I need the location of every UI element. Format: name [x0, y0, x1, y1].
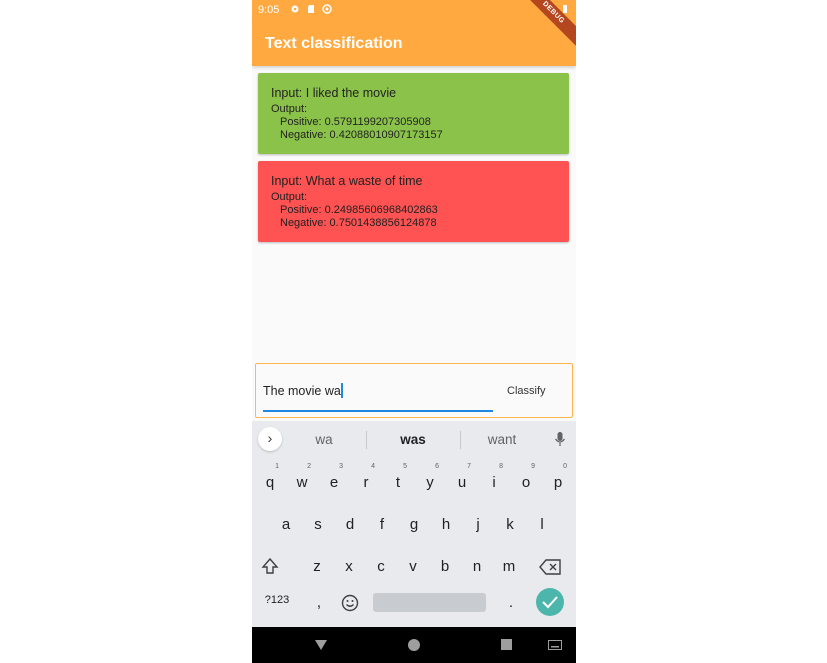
key[interactable]: p0	[543, 463, 573, 501]
key[interactable]: z	[302, 549, 332, 585]
key[interactable]: g	[399, 507, 429, 543]
suggestion-bar: › wa was want	[252, 421, 576, 457]
result-input: Input: I liked the movie	[271, 86, 397, 100]
key-number-hint: 3	[339, 463, 343, 470]
suggestion-divider	[460, 431, 461, 449]
sync-icon	[322, 4, 332, 14]
key[interactable]: q1	[255, 463, 285, 501]
phone-screen: 9:05 Text classification DEBUG Input: I …	[252, 0, 576, 663]
key-number-hint: 7	[467, 463, 471, 470]
key[interactable]: x	[334, 549, 364, 585]
result-card-negative: Input: What a waste of time Output: Posi…	[258, 161, 569, 242]
result-output-label: Output:	[271, 103, 308, 115]
result-negative-score: Negative: 0.42088010907173157	[280, 129, 443, 141]
recents-icon[interactable]	[500, 638, 513, 651]
key-number-hint: 2	[307, 463, 311, 470]
soft-keyboard: › wa was want q1w2e3r4t5y6u7i8o9p0 asdfg…	[252, 421, 576, 627]
backspace-key[interactable]	[535, 549, 565, 585]
status-bar: 9:05	[252, 0, 576, 22]
key[interactable]: b	[430, 549, 460, 585]
key[interactable]: a	[271, 507, 301, 543]
emoji-key[interactable]	[335, 585, 365, 621]
key[interactable]: o9	[511, 463, 541, 501]
key-number-hint: 4	[371, 463, 375, 470]
key[interactable]: n	[462, 549, 492, 585]
settings-icon	[291, 5, 299, 13]
result-card-positive: Input: I liked the movie Output: Positiv…	[258, 73, 569, 154]
microphone-icon[interactable]	[553, 431, 567, 447]
input-container: The movie wa Classify	[255, 363, 573, 418]
comma-key[interactable]: ,	[304, 585, 334, 621]
key-number-hint: 6	[435, 463, 439, 470]
key[interactable]: m	[494, 549, 524, 585]
page-title: Text classification	[265, 35, 403, 52]
key-number-hint: 5	[403, 463, 407, 470]
result-input: Input: What a waste of time	[271, 174, 423, 188]
key[interactable]: u7	[447, 463, 477, 501]
back-icon[interactable]	[314, 638, 328, 652]
key[interactable]: i8	[479, 463, 509, 501]
suggestion-1[interactable]: wa	[294, 432, 354, 447]
key[interactable]: d	[335, 507, 365, 543]
sd-card-icon	[308, 5, 314, 13]
shift-icon	[261, 557, 279, 574]
key[interactable]: e3	[319, 463, 349, 501]
key[interactable]: v	[398, 549, 428, 585]
text-cursor	[340, 383, 343, 398]
key[interactable]: l	[527, 507, 557, 543]
app-bar: Text classification	[252, 22, 576, 66]
space-bar[interactable]	[373, 593, 486, 612]
keyboard-switch-icon[interactable]	[548, 640, 562, 650]
suggestion-2[interactable]: was	[383, 432, 443, 447]
key[interactable]: s	[303, 507, 333, 543]
key[interactable]: h	[431, 507, 461, 543]
key[interactable]: w2	[287, 463, 317, 501]
symbols-key[interactable]: ?123	[262, 585, 292, 621]
result-positive-score: Positive: 0.5791199207305908	[280, 116, 431, 128]
chevron-right-icon[interactable]: ›	[258, 427, 282, 451]
home-icon[interactable]	[407, 638, 421, 652]
key[interactable]: j	[463, 507, 493, 543]
key-number-hint: 1	[275, 463, 279, 470]
result-negative-score: Negative: 0.7501438856124878	[280, 217, 437, 229]
key-number-hint: 8	[499, 463, 503, 470]
status-time: 9:05	[258, 4, 280, 16]
period-key[interactable]: .	[496, 585, 526, 621]
result-positive-score: Positive: 0.24985606968402863	[280, 204, 438, 216]
result-output-label: Output:	[271, 191, 308, 203]
key[interactable]: f	[367, 507, 397, 543]
key[interactable]: r4	[351, 463, 381, 501]
key[interactable]: t5	[383, 463, 413, 501]
key-number-hint: 9	[531, 463, 535, 470]
backspace-icon	[539, 559, 561, 575]
enter-key[interactable]	[536, 588, 564, 616]
emoji-icon	[341, 594, 359, 612]
key[interactable]: c	[366, 549, 396, 585]
shift-key[interactable]	[255, 549, 285, 585]
text-input[interactable]: The movie wa	[263, 382, 493, 412]
suggestion-3[interactable]: want	[472, 432, 532, 447]
text-input-value: The movie wa	[263, 384, 341, 398]
suggestion-divider	[366, 431, 367, 449]
classify-button[interactable]: Classify	[503, 383, 550, 399]
key[interactable]: k	[495, 507, 525, 543]
navigation-bar	[252, 627, 576, 663]
key-number-hint: 0	[563, 463, 567, 470]
key[interactable]: y6	[415, 463, 445, 501]
check-icon	[542, 596, 558, 609]
